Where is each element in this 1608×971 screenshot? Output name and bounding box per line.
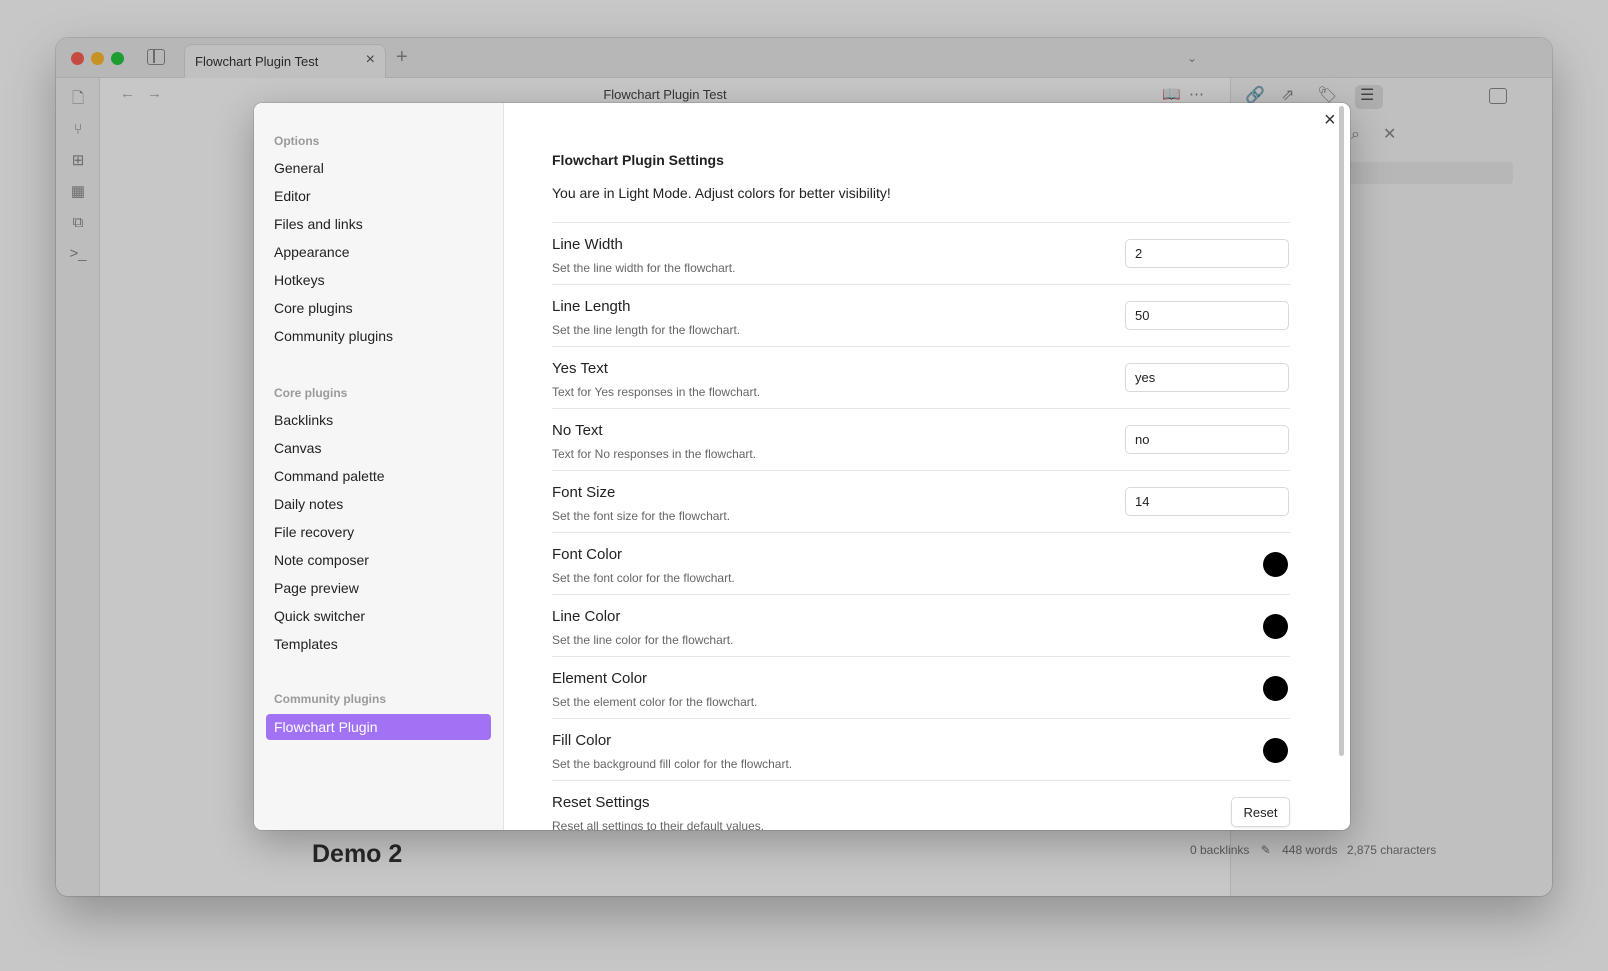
- settings-title: Flowchart Plugin Settings: [552, 152, 724, 168]
- sidebar-item-templates[interactable]: Templates: [266, 631, 491, 657]
- sidebar-item-files-and-links[interactable]: Files and links: [266, 211, 491, 237]
- community-plugins-heading: Community plugins: [274, 692, 386, 706]
- setting-line-width: Line Width Set the line width for the fl…: [552, 222, 1290, 284]
- setting-description: Reset all settings to their default valu…: [552, 819, 765, 830]
- setting-yes-text: Yes Text Text for Yes responses in the f…: [552, 346, 1290, 408]
- setting-name: Yes Text: [552, 360, 608, 377]
- settings-content: Flowchart Plugin Settings You are in Lig…: [504, 103, 1350, 830]
- sidebar-item-daily-notes[interactable]: Daily notes: [266, 491, 491, 517]
- setting-reset: Reset Settings Reset all settings to the…: [552, 780, 1290, 830]
- sidebar-item-note-composer[interactable]: Note composer: [266, 547, 491, 573]
- font-color-picker[interactable]: [1263, 552, 1288, 577]
- setting-description: Text for No responses in the flowchart.: [552, 447, 757, 461]
- settings-description: You are in Light Mode. Adjust colors for…: [552, 185, 891, 201]
- sidebar-item-command-palette[interactable]: Command palette: [266, 463, 491, 489]
- line-color-picker[interactable]: [1263, 614, 1288, 639]
- settings-scrollbar[interactable]: [1339, 106, 1344, 756]
- font-size-input[interactable]: [1125, 487, 1289, 516]
- setting-fill-color: Fill Color Set the background fill color…: [552, 718, 1290, 780]
- sidebar-item-core-plugins[interactable]: Core plugins: [266, 295, 491, 321]
- setting-description: Set the font size for the flowchart.: [552, 509, 731, 523]
- setting-description: Set the line length for the flowchart.: [552, 323, 741, 337]
- settings-sidebar: Options General Editor Files and links A…: [254, 103, 504, 830]
- setting-font-color: Font Color Set the font color for the fl…: [552, 532, 1290, 594]
- setting-name: Font Color: [552, 546, 623, 563]
- setting-element-color: Element Color Set the element color for …: [552, 656, 1290, 718]
- setting-description: Set the line color for the flowchart.: [552, 633, 734, 647]
- fill-color-picker[interactable]: [1263, 738, 1288, 763]
- setting-name: Reset Settings: [552, 794, 650, 811]
- sidebar-item-community-plugins[interactable]: Community plugins: [266, 323, 491, 349]
- sidebar-item-general[interactable]: General: [266, 155, 491, 181]
- setting-name: Line Width: [552, 236, 623, 253]
- setting-name: Line Color: [552, 608, 621, 625]
- sidebar-item-editor[interactable]: Editor: [266, 183, 491, 209]
- options-heading: Options: [274, 134, 320, 148]
- setting-font-size: Font Size Set the font size for the flow…: [552, 470, 1290, 532]
- sidebar-item-backlinks[interactable]: Backlinks: [266, 407, 491, 433]
- yes-text-input[interactable]: [1125, 363, 1289, 392]
- setting-name: No Text: [552, 422, 603, 439]
- setting-line-length: Line Length Set the line length for the …: [552, 284, 1290, 346]
- sidebar-item-file-recovery[interactable]: File recovery: [266, 519, 491, 545]
- sidebar-item-appearance[interactable]: Appearance: [266, 239, 491, 265]
- setting-name: Element Color: [552, 670, 648, 687]
- sidebar-item-page-preview[interactable]: Page preview: [266, 575, 491, 601]
- line-width-input[interactable]: [1125, 239, 1289, 268]
- setting-description: Set the font color for the flowchart.: [552, 571, 735, 585]
- sidebar-item-canvas[interactable]: Canvas: [266, 435, 491, 461]
- core-plugins-heading: Core plugins: [274, 386, 348, 400]
- setting-name: Fill Color: [552, 732, 612, 749]
- setting-description: Set the element color for the flowchart.: [552, 695, 758, 709]
- setting-no-text: No Text Text for No responses in the flo…: [552, 408, 1290, 470]
- settings-modal: Options General Editor Files and links A…: [254, 103, 1350, 830]
- setting-description: Text for Yes responses in the flowchart.: [552, 385, 761, 399]
- setting-line-color: Line Color Set the line color for the fl…: [552, 594, 1290, 656]
- line-length-input[interactable]: [1125, 301, 1289, 330]
- close-icon[interactable]: ×: [1324, 110, 1336, 130]
- reset-button[interactable]: Reset: [1231, 797, 1290, 827]
- setting-description: Set the line width for the flowchart.: [552, 261, 736, 275]
- setting-name: Line Length: [552, 298, 631, 315]
- sidebar-item-flowchart-plugin[interactable]: Flowchart Plugin: [266, 714, 491, 740]
- sidebar-item-hotkeys[interactable]: Hotkeys: [266, 267, 491, 293]
- setting-description: Set the background fill color for the fl…: [552, 757, 793, 771]
- element-color-picker[interactable]: [1263, 676, 1288, 701]
- sidebar-item-quick-switcher[interactable]: Quick switcher: [266, 603, 491, 629]
- no-text-input[interactable]: [1125, 425, 1289, 454]
- setting-name: Font Size: [552, 484, 616, 501]
